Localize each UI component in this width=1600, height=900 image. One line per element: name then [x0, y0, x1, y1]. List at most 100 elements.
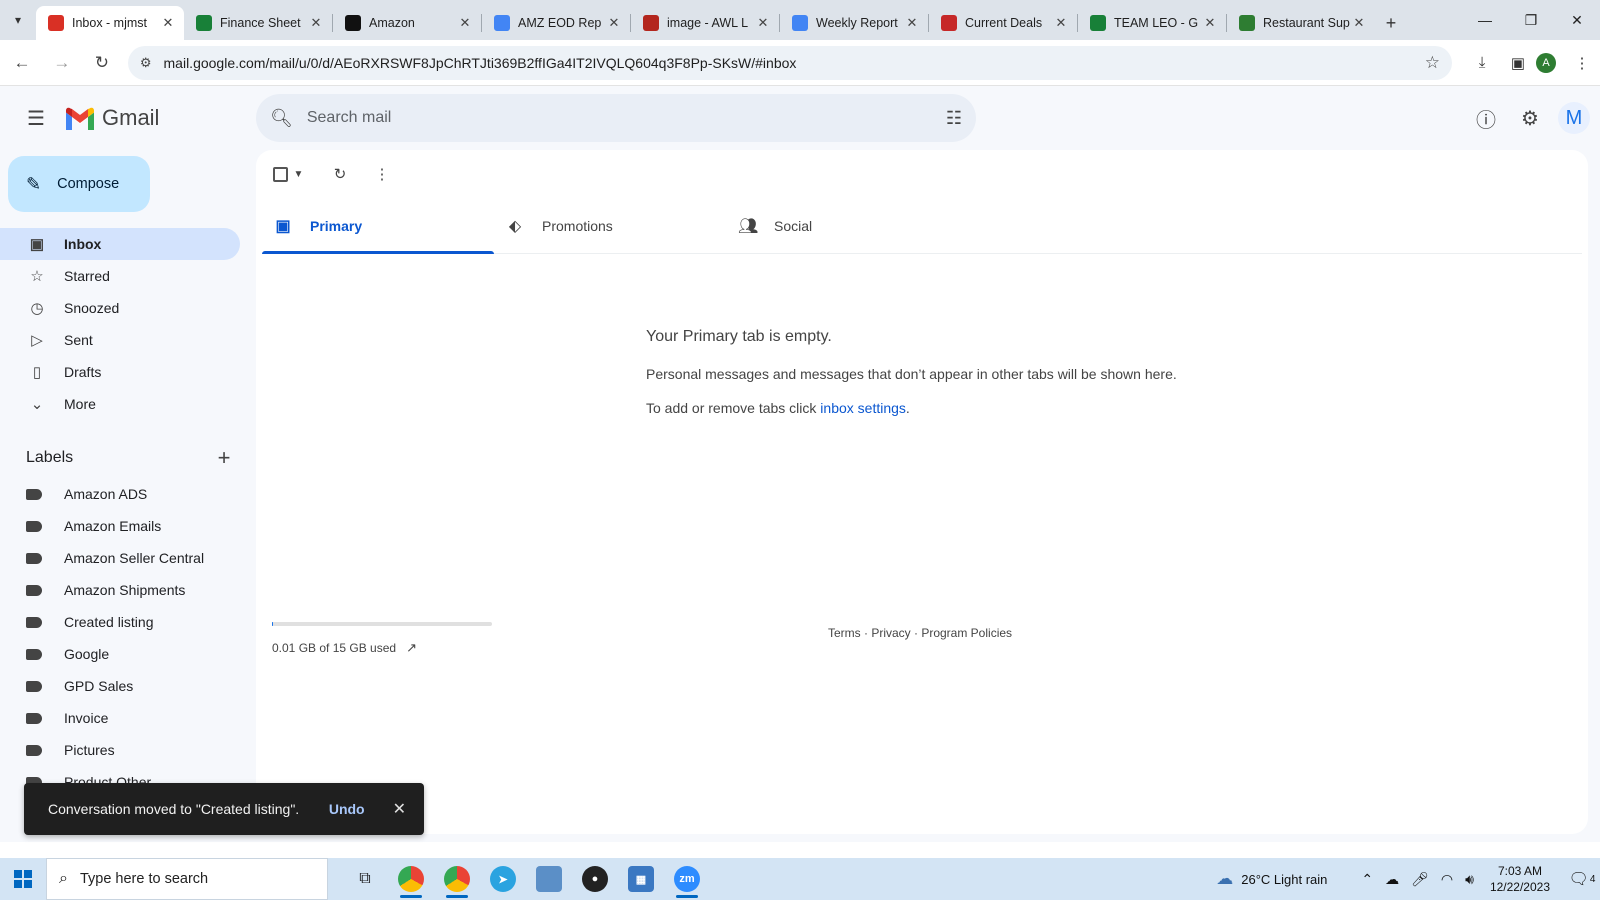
account-avatar[interactable]: M [1558, 102, 1590, 134]
url-text[interactable]: mail.google.com/mail/u/0/d/AEoRXRSWF8JpC… [164, 55, 1425, 71]
browser-tab[interactable]: Current Deals ✕ [929, 6, 1077, 40]
help-icon[interactable]: ⓘ [1466, 98, 1506, 138]
sidebar-item-sent[interactable]: ▷ Sent [0, 324, 240, 356]
close-tab-icon[interactable]: ✕ [1351, 15, 1367, 31]
minimize-icon[interactable]: — [1462, 0, 1508, 40]
task-view-icon[interactable]: ⧉ [342, 858, 388, 900]
browser-menu-icon[interactable]: ⋮ [1564, 45, 1600, 81]
close-tab-icon[interactable]: ✕ [1053, 15, 1069, 31]
tag-icon: ⬖ [508, 218, 522, 235]
browser-tab[interactable]: Weekly Report ✕ [780, 6, 928, 40]
inbox-settings-link[interactable]: inbox settings [820, 400, 906, 416]
tab-social[interactable]: 👥︎ Social [726, 198, 958, 254]
more-options-icon[interactable]: ⋮ [364, 156, 400, 192]
close-tab-icon[interactable]: ✕ [457, 15, 473, 31]
browser-tab[interactable]: TEAM LEO - G ✕ [1078, 6, 1226, 40]
volume-icon[interactable]: 🔊︎ [1465, 871, 1474, 888]
sidebar-item-more[interactable]: ⌄ More [0, 388, 240, 420]
browser-tab-title: Restaurant Sup [1263, 16, 1350, 30]
browser-tab[interactable]: Inbox - mjmst ✕ [36, 6, 184, 40]
browser-tab[interactable]: Finance Sheet ✕ [184, 6, 332, 40]
refresh-icon[interactable]: ↻ [322, 156, 358, 192]
sidebar-item-snoozed[interactable]: ◷ Snoozed [0, 292, 240, 324]
close-tab-icon[interactable]: ✕ [755, 15, 771, 31]
label-item[interactable]: Invoice [0, 702, 256, 734]
storage-text: 0.01 GB of 15 GB used [272, 641, 397, 655]
notes-app-icon[interactable] [526, 858, 572, 900]
label-item[interactable]: Amazon Emails [0, 510, 256, 542]
label-item[interactable]: Amazon ADS [0, 478, 256, 510]
external-link-icon[interactable]: ↗ [406, 640, 417, 656]
label-item[interactable]: Amazon Shipments [0, 574, 256, 606]
site-info-icon[interactable]: ⚙ [140, 55, 152, 71]
empty-settings-suffix: . [905, 400, 910, 416]
restore-icon[interactable]: ❐ [1508, 0, 1554, 40]
side-panel-icon[interactable]: ▣ [1500, 45, 1536, 81]
windows-start-icon[interactable] [0, 858, 46, 900]
download-icon[interactable]: ⤓ [1464, 45, 1500, 81]
system-tray: ☁ 26°C Light rain ⌃ ☁ 🎤︎ ◠ 🔊︎ 7:03 AM 12… [1216, 858, 1600, 900]
compose-button[interactable]: ✎ Compose [8, 156, 150, 212]
close-tab-icon[interactable]: ✕ [606, 15, 622, 31]
label-item[interactable]: Amazon Seller Central [0, 542, 256, 574]
label-item[interactable]: Created listing [0, 606, 256, 638]
close-tab-icon[interactable]: ✕ [904, 15, 920, 31]
tab-label: Social [774, 218, 813, 234]
label-item[interactable]: Pictures [0, 734, 256, 766]
close-tab-icon[interactable]: ✕ [308, 15, 324, 31]
tab-promotions[interactable]: ⬖ Promotions [494, 198, 726, 254]
sidebar-item-inbox[interactable]: ▣ Inbox [0, 228, 240, 260]
taskbar-apps: ⧉ ➤ ● ▦ zm [342, 858, 710, 900]
forward-icon[interactable]: → [44, 45, 80, 81]
new-tab-button[interactable]: + [1375, 6, 1407, 40]
browser-tab[interactable]: Amazon ✕ [333, 6, 481, 40]
close-window-icon[interactable]: ✕ [1554, 0, 1600, 40]
browser-profile-avatar[interactable]: A [1536, 52, 1557, 73]
select-checkbox[interactable]: ▼ [270, 156, 306, 192]
address-bar[interactable]: ⚙ mail.google.com/mail/u/0/d/AEoRXRSWF8J… [127, 45, 1453, 80]
close-tab-icon[interactable]: ✕ [160, 15, 176, 31]
browser-tab[interactable]: Restaurant Sup ✕ [1227, 6, 1375, 40]
weather-text: 26°C Light rain [1241, 871, 1328, 887]
gmail-logo[interactable]: Gmail [64, 105, 159, 131]
pen-icon [494, 15, 510, 31]
chevron-up-icon[interactable]: ⌃ [1361, 871, 1373, 888]
settings-gear-icon[interactable]: ⚙ [1510, 98, 1550, 138]
search-icon: ⌕ [59, 870, 68, 887]
notification-icon[interactable]: 🗨︎ 4 [1564, 869, 1600, 889]
calculator-icon[interactable]: ▦ [618, 858, 664, 900]
search-bar[interactable]: 🔍︎ ☷ [256, 94, 976, 142]
clock[interactable]: 7:03 AM 12/22/2023 [1490, 863, 1550, 895]
weather-widget[interactable]: ☁ 26°C Light rain [1216, 869, 1327, 889]
create-label-icon[interactable]: + [208, 445, 240, 471]
bookmark-star-icon[interactable]: ☆ [1425, 53, 1440, 73]
label-item[interactable]: Google [0, 638, 256, 670]
wifi-icon[interactable]: ◠ [1441, 871, 1453, 888]
sidebar-item-drafts[interactable]: ▯ Drafts [0, 356, 240, 388]
telegram-icon[interactable]: ➤ [480, 858, 526, 900]
sidebar-item-starred[interactable]: ☆ Starred [0, 260, 240, 292]
search-icon[interactable]: 🔍︎ [270, 108, 293, 129]
label-item[interactable]: GPD Sales [0, 670, 256, 702]
cloud-sync-icon[interactable]: ☁ [1385, 871, 1399, 888]
main-menu-icon[interactable]: ☰ [12, 94, 60, 142]
chrome-profile-icon[interactable] [434, 858, 480, 900]
footer-links[interactable]: Terms · Privacy · Program Policies [828, 626, 1012, 640]
close-icon[interactable]: ✕ [393, 799, 406, 819]
microphone-icon[interactable]: 🎤︎ [1411, 871, 1429, 888]
search-options-icon[interactable]: ☷ [946, 108, 962, 129]
undo-button[interactable]: Undo [329, 801, 365, 817]
recording-app-icon[interactable]: ● [572, 858, 618, 900]
search-input[interactable] [306, 109, 946, 127]
browser-tab[interactable]: AMZ EOD Rep ✕ [482, 6, 630, 40]
back-icon[interactable]: ← [4, 45, 40, 81]
close-tab-icon[interactable]: ✕ [1202, 15, 1218, 31]
tab-primary[interactable]: ▣ Primary [262, 198, 494, 254]
chrome-icon[interactable] [388, 858, 434, 900]
browser-tab[interactable]: image - AWL L ✕ [631, 6, 779, 40]
tab-search-icon[interactable]: ▾ [0, 0, 36, 40]
reload-icon[interactable]: ↻ [84, 45, 120, 81]
zoom-icon[interactable]: zm [664, 858, 710, 900]
taskbar-search[interactable]: ⌕ Type here to search [46, 858, 328, 900]
label-name: Amazon Emails [64, 518, 162, 534]
